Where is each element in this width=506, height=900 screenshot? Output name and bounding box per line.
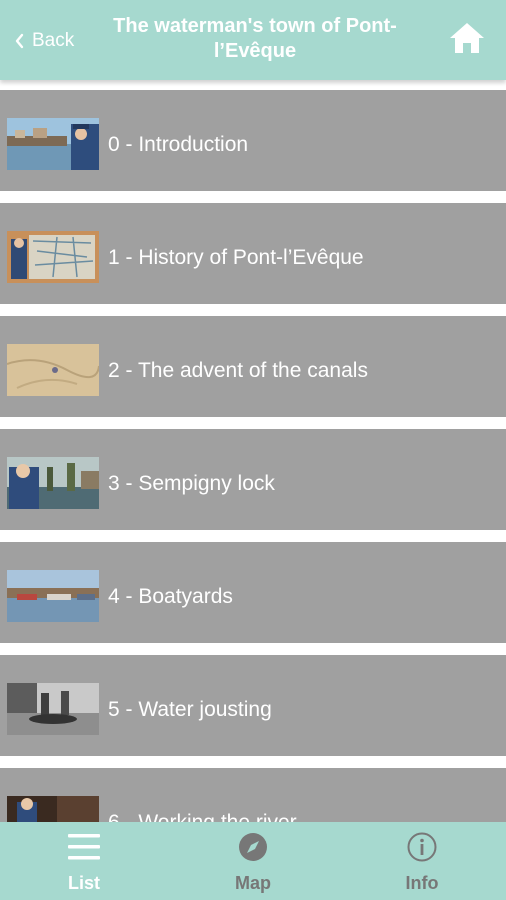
thumbnail-image bbox=[7, 796, 99, 822]
top-bar: Back The waterman's town of Pont-l’Evêqu… bbox=[0, 0, 506, 80]
thumbnail-image bbox=[7, 570, 99, 622]
tab-list[interactable]: List bbox=[0, 822, 168, 900]
info-icon bbox=[407, 832, 437, 862]
bottom-tab-bar: List Map Info bbox=[0, 822, 506, 900]
item-label: 3 - Sempigny lock bbox=[108, 472, 275, 495]
list-item[interactable]: 4 - Boatyards bbox=[0, 542, 506, 643]
tab-label: List bbox=[67, 873, 100, 893]
list-icon bbox=[68, 834, 100, 860]
list-item[interactable]: 5 - Water jousting bbox=[0, 655, 506, 756]
thumbnail-image bbox=[7, 683, 99, 735]
thumbnail-image bbox=[7, 118, 99, 170]
item-label: 1 - History of Pont-l’Evêque bbox=[108, 246, 364, 269]
home-icon bbox=[450, 23, 484, 53]
chapter-list[interactable]: 0 - Introduction 1 - History of Pont-l’E… bbox=[0, 86, 506, 822]
list-item[interactable]: 0 - Introduction bbox=[0, 90, 506, 191]
list-item[interactable]: 1 - History of Pont-l’Evêque bbox=[0, 203, 506, 304]
item-label: 2 - The advent of the canals bbox=[108, 359, 368, 382]
home-button[interactable] bbox=[448, 20, 486, 61]
back-label: Back bbox=[32, 30, 75, 51]
item-label: 5 - Water jousting bbox=[108, 698, 272, 721]
chevron-left-icon bbox=[15, 33, 24, 49]
tab-label: Info bbox=[405, 873, 439, 893]
tab-map[interactable]: Map bbox=[169, 822, 337, 900]
list-item[interactable]: 6 - Working the river bbox=[0, 768, 506, 822]
tab-info[interactable]: Info bbox=[338, 822, 506, 900]
tab-label: Map bbox=[235, 873, 271, 893]
list-item[interactable]: 2 - The advent of the canals bbox=[0, 316, 506, 417]
thumbnail-image bbox=[7, 231, 99, 283]
thumbnail-image bbox=[7, 344, 99, 396]
back-button[interactable]: Back bbox=[14, 27, 74, 55]
thumbnail-image bbox=[7, 457, 99, 509]
item-label: 0 - Introduction bbox=[108, 133, 249, 156]
compass-icon bbox=[239, 833, 267, 861]
list-item[interactable]: 3 - Sempigny lock bbox=[0, 429, 506, 530]
page-title: The waterman's town of Pont-l’Evêque bbox=[113, 15, 397, 62]
item-label: 4 - Boatyards bbox=[108, 585, 233, 608]
item-label: 6 - Working the river bbox=[108, 811, 297, 822]
